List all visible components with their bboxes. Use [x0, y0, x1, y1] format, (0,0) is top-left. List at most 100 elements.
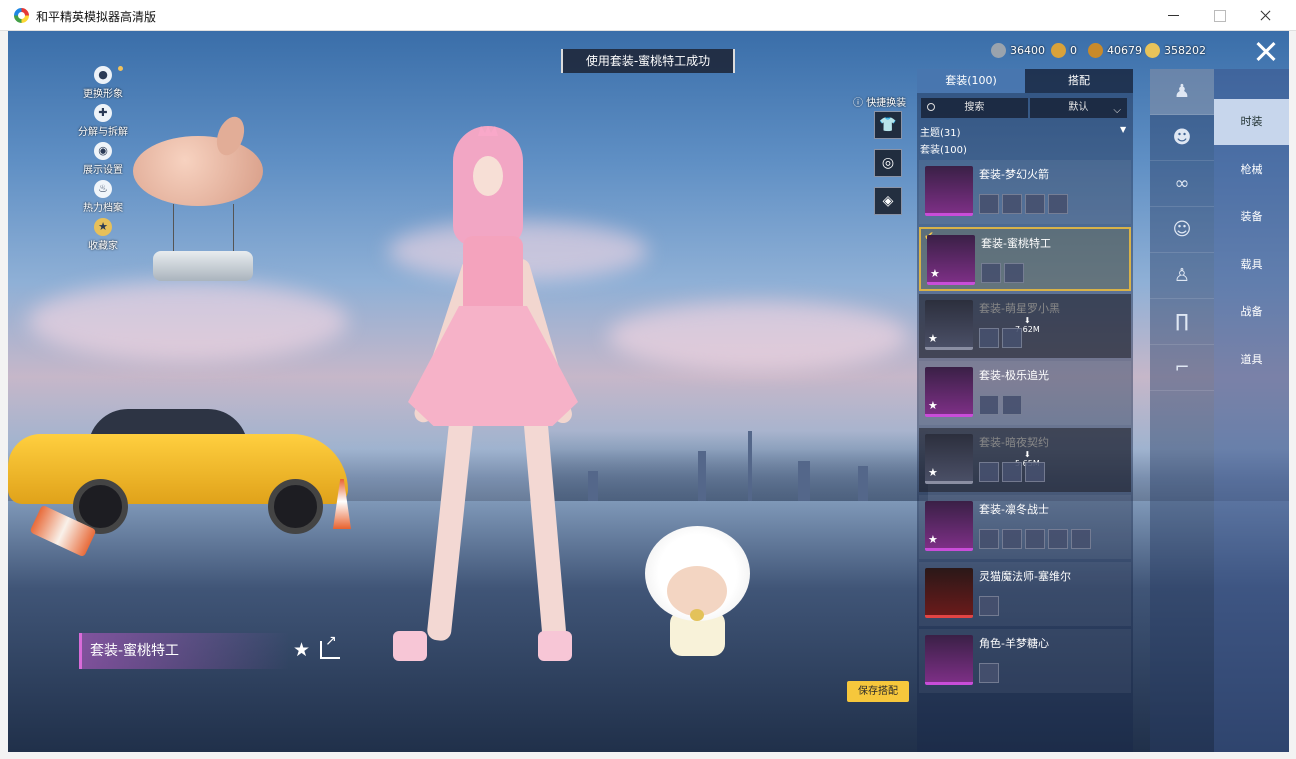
search-row: 搜索 默认 ⌵: [921, 98, 1127, 118]
character-icon: ☻: [1172, 127, 1192, 148]
glasses-icon: ∞: [1174, 173, 1190, 194]
category-equipment[interactable]: 装备: [1214, 194, 1289, 240]
maximize-button[interactable]: [1196, 0, 1242, 31]
silver-coin-icon: [991, 42, 1006, 58]
outfit-card-selected[interactable]: ✔ ★ 套装-蜜桃特工: [919, 227, 1131, 291]
collector-button[interactable]: ★ 收藏家: [73, 218, 133, 256]
outfit-name: 套装-暗夜契约: [979, 436, 1049, 449]
menu-label: 分解与拆解: [78, 127, 128, 138]
currency-gold: 40679: [1088, 41, 1142, 59]
currency-value: 0: [1070, 43, 1077, 57]
theme-filter[interactable]: 主题(31): [920, 124, 961, 139]
sort-value: 默认: [1068, 102, 1089, 113]
category-icon-rail: ♟ ☻ ∞ ☺ ♙ ∏ ⌐: [1150, 69, 1214, 752]
rail-glasses[interactable]: ∞: [1150, 161, 1214, 207]
search-input[interactable]: 搜索: [921, 98, 1028, 118]
bp-coin-icon: [1145, 42, 1160, 58]
item-slot: [1002, 395, 1022, 415]
balloon-rope: [233, 204, 234, 254]
item-slot: [1002, 194, 1022, 214]
quick-slot-emblem[interactable]: ◎: [874, 149, 902, 177]
rail-character[interactable]: ☻: [1150, 115, 1214, 161]
item-slot: [1071, 529, 1091, 549]
star-icon: ★: [928, 466, 938, 479]
category-guns[interactable]: 枪械: [1214, 147, 1289, 193]
pants-icon: ∏: [1175, 311, 1189, 332]
balloon-basket: [153, 251, 253, 281]
person-icon: ●: [94, 66, 112, 84]
badge-icon: ◈: [882, 193, 894, 209]
currency-value: 36400: [1010, 43, 1045, 57]
car-wheel: [268, 479, 323, 534]
item-slot: [1002, 529, 1022, 549]
quick-slot-outfit[interactable]: 👕: [874, 111, 902, 139]
close-icon[interactable]: [1252, 37, 1280, 65]
outfit-name: 套装-蜜桃特工: [981, 237, 1051, 250]
building: [798, 461, 810, 501]
character-tiara: [478, 126, 498, 136]
favorite-star-icon[interactable]: ★: [293, 639, 310, 661]
currency-bp: 358202: [1145, 41, 1206, 59]
sheep-bell: [690, 609, 704, 621]
medal-icon: ★: [94, 218, 112, 236]
success-toast: 使用套装-蜜桃特工成功: [561, 49, 735, 73]
outfit-card[interactable]: ★ 套装-极乐追光: [919, 361, 1131, 425]
outfit-name: 套装-萌星罗小黑: [979, 302, 1060, 315]
heat-archive-button[interactable]: ♨ 热力档案: [73, 180, 133, 218]
share-icon[interactable]: [320, 633, 340, 659]
player-character: [393, 126, 593, 686]
sheep-pet: [645, 526, 750, 661]
currency-coupon: 0: [1051, 41, 1077, 59]
sort-dropdown[interactable]: 默认 ⌵: [1029, 98, 1127, 118]
category-battle-gear[interactable]: 战备: [1214, 289, 1289, 335]
decompose-button[interactable]: ✚ 分解与拆解: [73, 104, 133, 142]
outfit-card[interactable]: ★ 套装-暗夜契约 ⬇5.65M: [919, 428, 1131, 492]
change-appearance-button[interactable]: ● 更换形象: [73, 66, 133, 104]
menu-label: 收藏家: [88, 241, 118, 252]
category-fashion[interactable]: 时装: [1214, 99, 1289, 145]
rail-shoes[interactable]: ⌐: [1150, 345, 1214, 391]
item-slot: [1025, 194, 1045, 214]
outfit-card[interactable]: 套装-梦幻火箭: [919, 160, 1131, 224]
cloud: [28, 281, 348, 361]
window-title: 和平精英模拟器高清版: [36, 10, 157, 24]
rail-mask[interactable]: ☺: [1150, 207, 1214, 253]
chevron-down-icon: ⌵: [1113, 105, 1121, 116]
item-slot: [979, 663, 999, 683]
outfit-name: 灵猫魔法师-塞维尔: [979, 570, 1071, 583]
category-vehicles[interactable]: 载具: [1214, 242, 1289, 288]
quick-slot-badge[interactable]: ◈: [874, 187, 902, 215]
outfit-card[interactable]: 灵猫魔法师-塞维尔: [919, 562, 1131, 626]
rail-top[interactable]: ♙: [1150, 253, 1214, 299]
outfit-card[interactable]: ★ 套装-萌星罗小黑 ⬇ 7.62M: [919, 294, 1131, 358]
item-slot: [979, 462, 999, 482]
close-window-button[interactable]: [1242, 0, 1288, 31]
outfit-thumbnail: [925, 166, 973, 216]
outfit-card[interactable]: 角色-羊梦糖心: [919, 629, 1131, 693]
item-slot: [979, 194, 999, 214]
star-icon: ★: [928, 399, 938, 412]
outfit-icon: ♟: [1173, 81, 1191, 102]
category-props[interactable]: 道具: [1214, 337, 1289, 383]
balloon-rope: [173, 204, 174, 254]
item-slot: [1002, 328, 1022, 348]
outfit-thumbnail: [925, 568, 973, 618]
minimize-button[interactable]: [1150, 0, 1196, 31]
eye-icon: ◉: [94, 142, 112, 160]
save-outfit-button[interactable]: 保存搭配: [847, 681, 909, 702]
outfit-panel: 套装(100) 搭配 搜索 默认 ⌵ 主题(31) ▼ 套装(100) 套装-梦…: [917, 69, 1133, 752]
item-slot: [979, 596, 999, 616]
tab-outfits[interactable]: 套装(100): [917, 69, 1025, 93]
outfit-card[interactable]: ★ 套装-凛冬战士: [919, 495, 1131, 559]
tab-mix[interactable]: 搭配: [1025, 69, 1133, 93]
dropdown-arrow-icon[interactable]: ▼: [1120, 125, 1126, 134]
item-slot: [981, 263, 1001, 283]
outfit-name: 套装-凛冬战士: [979, 503, 1049, 516]
display-settings-button[interactable]: ◉ 展示设置: [73, 142, 133, 180]
notification-dot: [118, 66, 123, 71]
outfit-thumbnail: [925, 635, 973, 685]
building: [748, 431, 752, 501]
rail-pants[interactable]: ∏: [1150, 299, 1214, 345]
rail-outfit[interactable]: ♟: [1150, 69, 1214, 115]
star-icon: ★: [928, 533, 938, 546]
